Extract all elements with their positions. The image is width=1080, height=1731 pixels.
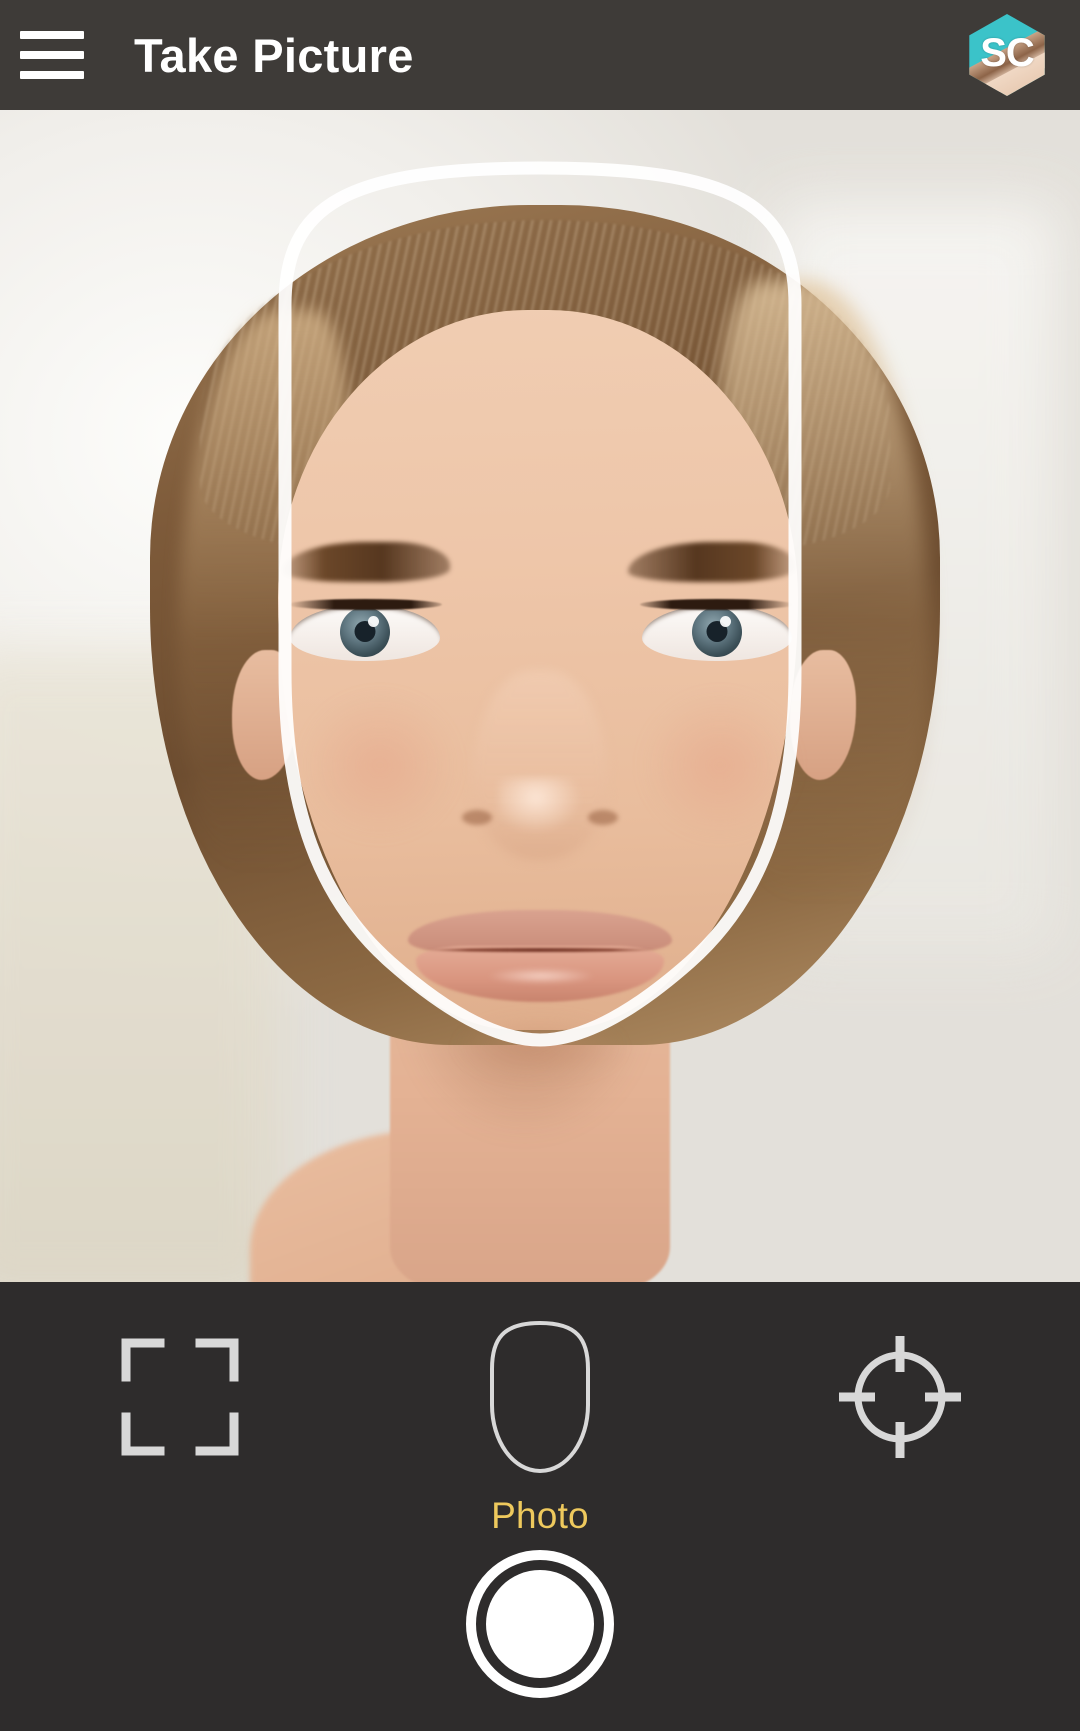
- camera-controls-panel: Photo Cancel: [0, 1282, 1080, 1731]
- subject-eye-left: [290, 605, 440, 661]
- hamburger-bar: [20, 31, 84, 39]
- subject-eye-right: [642, 605, 792, 661]
- shutter-button-icon[interactable]: [466, 1550, 614, 1698]
- camera-screen: Take Picture SC Photo: [0, 0, 1080, 1731]
- subject-eyelash-right: [640, 599, 794, 610]
- subject-lip-highlight: [486, 968, 596, 984]
- cancel-button[interactable]: Cancel: [0, 1560, 108, 1714]
- subject-eyelash-left: [288, 599, 442, 610]
- subject-nose-highlight: [498, 778, 582, 834]
- mode-button-face[interactable]: [360, 1312, 720, 1482]
- subject-cheek-right: [640, 690, 800, 840]
- subject-cheek-left: [300, 690, 460, 840]
- hamburger-bar: [20, 51, 84, 59]
- app-logo-icon[interactable]: SC: [966, 14, 1048, 96]
- subject-eye-glint-left: [368, 616, 379, 627]
- subject-nostril-right: [588, 810, 618, 825]
- mode-button-crop[interactable]: [0, 1312, 360, 1482]
- face-oval-icon: [490, 1320, 590, 1474]
- subject-lips: [408, 910, 672, 1002]
- subject-nostril-left: [462, 810, 492, 825]
- crosshair-target-icon: [839, 1336, 961, 1458]
- app-logo-letters: SC: [980, 30, 1035, 75]
- switch-camera-button[interactable]: Switch: [972, 1560, 1080, 1706]
- hamburger-menu-icon[interactable]: [20, 31, 84, 79]
- active-mode-label: Photo: [491, 1495, 589, 1536]
- portrait-subject: [0, 110, 1080, 1282]
- mode-button-target[interactable]: [720, 1312, 1080, 1482]
- subject-chin-shadow: [455, 1015, 625, 1079]
- subject-eye-glint-right: [720, 616, 731, 627]
- crop-frame-icon: [121, 1338, 239, 1456]
- app-bar: Take Picture SC: [0, 0, 1080, 110]
- subject-lip-line: [422, 948, 658, 952]
- mode-selector-row: [0, 1312, 1080, 1482]
- shutter-inner-circle: [486, 1570, 594, 1678]
- hamburger-bar: [20, 71, 84, 79]
- action-button-row: Cancel Switch: [0, 1550, 1080, 1731]
- camera-preview[interactable]: [0, 110, 1080, 1282]
- shutter-button[interactable]: [360, 1550, 720, 1698]
- page-title: Take Picture: [134, 28, 414, 82]
